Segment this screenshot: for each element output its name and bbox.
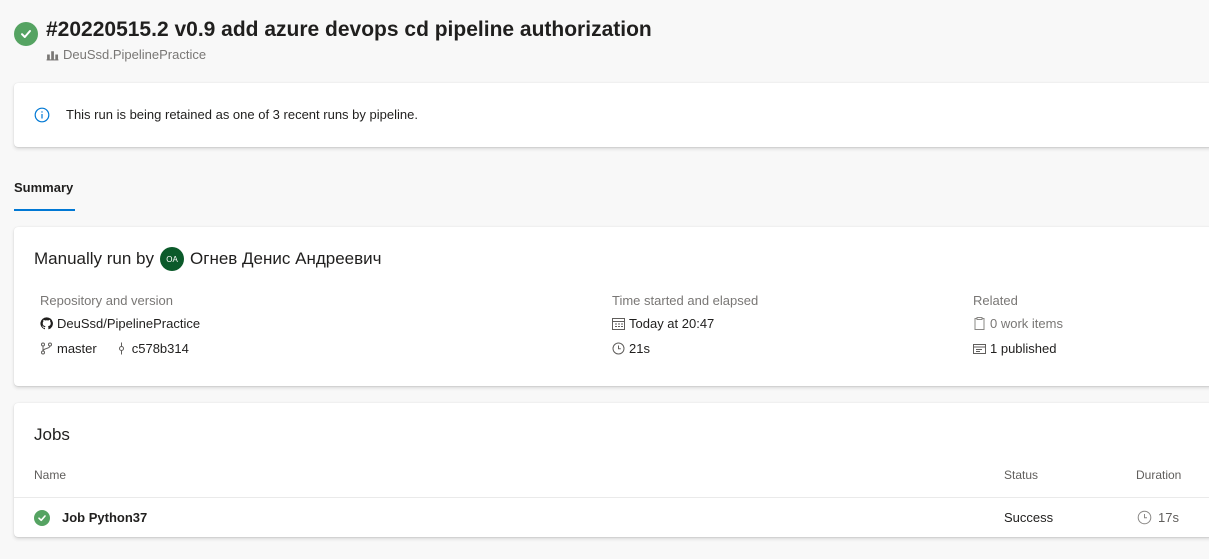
manual-run-label: Manually run by: [34, 249, 155, 268]
repository-label: Repository and version: [40, 293, 173, 308]
tab-active-indicator: [14, 209, 75, 211]
jobs-title: Jobs: [34, 425, 70, 444]
repository-name[interactable]: DeuSsd/PipelinePractice: [57, 316, 200, 331]
time-started-row: Today at 20:47: [612, 311, 758, 336]
job-duration: 17s: [1137, 510, 1179, 525]
job-name[interactable]: Job Python37: [62, 510, 147, 525]
job-duration-value: 17s: [1158, 510, 1179, 525]
time-elapsed-row: 21s: [612, 336, 758, 361]
run-header: #20220515.2 v0.9 add azure devops cd pip…: [14, 14, 1204, 64]
work-item-icon: [974, 317, 985, 330]
clock-icon: [1137, 510, 1152, 525]
manual-run-line: Manually run by OA Огнев Денис Андреевич: [34, 245, 382, 273]
avatar[interactable]: OA: [160, 247, 185, 271]
retention-banner: This run is being retained as one of 3 r…: [14, 83, 1209, 147]
tab-summary[interactable]: Summary: [14, 180, 73, 211]
pipeline-name[interactable]: DeuSsd.PipelinePractice: [63, 47, 206, 62]
clock-icon: [612, 342, 625, 355]
pipeline-icon: [46, 50, 59, 60]
run-title: #20220515.2 v0.9 add azure devops cd pip…: [46, 18, 652, 41]
table-row[interactable]: Job Python37 Success 17s: [14, 498, 1209, 537]
success-check-icon: [34, 510, 50, 526]
time-column: Time started and elapsed Today at 20:47 …: [612, 291, 758, 361]
summary-card: Manually run by OA Огнев Денис Андреевич…: [14, 227, 1209, 386]
jobs-card: Jobs Name Status Duration Job Python37 S…: [14, 403, 1209, 537]
related-label: Related: [973, 293, 1018, 308]
column-header-duration: Duration: [1136, 468, 1182, 482]
job-status: Success: [1004, 510, 1054, 525]
github-icon: [40, 317, 53, 330]
commit-hash[interactable]: c578b314: [132, 341, 189, 356]
repository-link[interactable]: DeuSsd/PipelinePractice: [40, 311, 200, 336]
time-elapsed: 21s: [629, 341, 650, 356]
calendar-icon: [612, 318, 625, 330]
branch-name[interactable]: master: [57, 341, 97, 356]
artifact-icon: [973, 344, 986, 354]
success-check-icon: [14, 22, 38, 46]
branch-icon: [41, 342, 52, 355]
info-icon: [34, 107, 50, 123]
banner-text: This run is being retained as one of 3 r…: [66, 107, 418, 122]
column-header-status: Status: [1004, 468, 1039, 482]
published-count[interactable]: 1 published: [990, 341, 1057, 356]
repository-column: Repository and version DeuSsd/PipelinePr…: [40, 291, 200, 361]
version-row: master c578b314: [40, 336, 200, 361]
column-header-name: Name: [34, 468, 67, 482]
work-items-count[interactable]: 0 work items: [990, 316, 1063, 331]
work-items-link[interactable]: 0 work items: [973, 311, 1063, 336]
commit-icon: [118, 342, 124, 355]
time-started: Today at 20:47: [629, 316, 715, 331]
user-name[interactable]: Огнев Денис Андреевич: [190, 249, 382, 269]
time-label: Time started and elapsed: [612, 293, 759, 308]
pipeline-link[interactable]: DeuSsd.PipelinePractice: [46, 46, 206, 62]
published-link[interactable]: 1 published: [973, 336, 1063, 361]
related-column: Related 0 work items 1 published: [973, 291, 1063, 361]
